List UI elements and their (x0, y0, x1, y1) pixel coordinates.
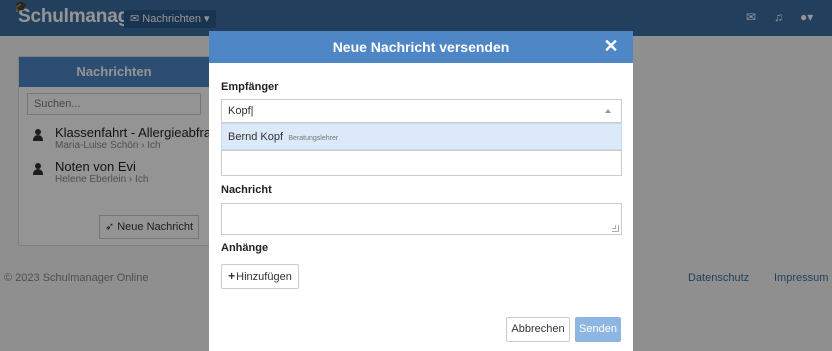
plus-icon: + (228, 269, 236, 283)
resize-handle-icon[interactable] (612, 225, 619, 232)
send-button[interactable]: Senden (575, 317, 621, 342)
caret-up-icon[interactable] (605, 109, 611, 113)
recipient-input[interactable]: Kopf| (221, 99, 622, 123)
dialog-title: Neue Nachricht versenden (332, 39, 510, 55)
cancel-button[interactable]: Abbrechen (506, 317, 570, 342)
attachments-label: Anhänge (221, 242, 269, 254)
suggestion-name: Bernd Kopf (228, 131, 284, 143)
message-label: Nachricht (221, 184, 272, 196)
add-attachment-button[interactable]: +Hinzufügen (221, 264, 299, 289)
recipient-label: Empfänger (221, 81, 279, 93)
suggestion-role: Beratungslehrer (288, 135, 339, 142)
close-icon[interactable]: ✕ (603, 37, 619, 55)
new-message-dialog: Neue Nachricht versenden ✕ Empfänger Kop… (209, 31, 633, 351)
recipient-suggestion[interactable]: Bernd Kopf Beratungslehrer (221, 123, 622, 150)
recipient-input-value: Kopf (228, 105, 251, 117)
text-cursor: | (250, 105, 254, 117)
subject-input[interactable] (221, 150, 622, 176)
add-attachment-label: Hinzufügen (236, 271, 292, 283)
dialog-header: Neue Nachricht versenden ✕ (209, 31, 633, 63)
message-textarea[interactable] (221, 203, 622, 235)
